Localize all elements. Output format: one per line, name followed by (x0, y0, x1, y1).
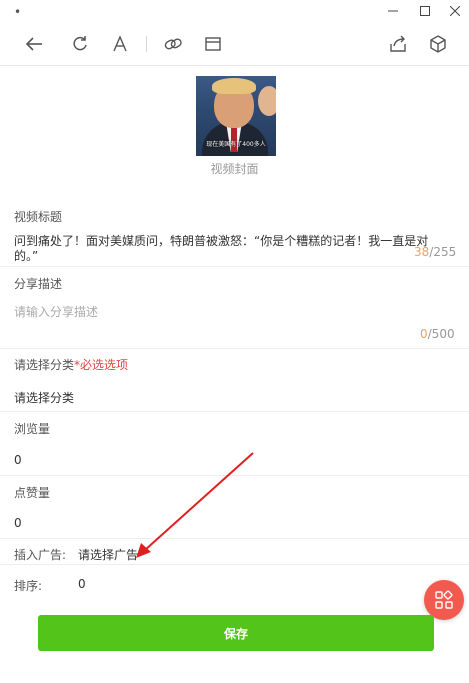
maximize-icon (420, 6, 430, 16)
share-char-counter: 0/500 (420, 327, 455, 341)
grid-apps-icon (435, 590, 453, 609)
font-button[interactable] (108, 32, 132, 56)
window-icon (205, 37, 221, 51)
minimize-button[interactable] (378, 0, 408, 22)
close-icon (450, 6, 460, 16)
toolbar-separator (146, 36, 147, 52)
refresh-button[interactable] (68, 32, 92, 56)
refresh-icon (73, 36, 87, 51)
likes-label: 点赞量 (14, 486, 51, 500)
share-icon (390, 35, 406, 52)
divider (0, 266, 469, 267)
save-button[interactable]: 保存 (38, 615, 434, 651)
window-button[interactable] (201, 32, 225, 56)
share-description-label: 分享描述 (14, 277, 63, 291)
share-description-input[interactable]: 请输入分享描述 (14, 303, 98, 320)
cube-button[interactable] (426, 32, 450, 56)
divider (0, 564, 469, 565)
share-count: 0 (420, 327, 428, 341)
views-label: 浏览量 (14, 422, 51, 436)
sort-input[interactable]: 0 (78, 577, 86, 591)
cover-caption: 现在美国有了400多人 (206, 141, 266, 148)
cube-icon (430, 35, 446, 53)
insert-ad-select[interactable]: 请选择广告 (78, 546, 138, 563)
views-input[interactable]: 0 (14, 453, 22, 467)
font-icon (113, 35, 127, 52)
category-required-note: *必选选项 (74, 358, 129, 372)
video-title-label: 视频标题 (14, 210, 63, 224)
title-dot: • (14, 5, 22, 19)
title-char-counter: 38/255 (414, 245, 456, 259)
title-max: /255 (429, 245, 457, 259)
share-max: /500 (427, 327, 455, 341)
category-label: 请选择分类*必选选项 (14, 356, 128, 373)
cover-label: 视频封面 (210, 162, 259, 176)
floating-apps-button[interactable] (424, 580, 464, 620)
back-button[interactable] (22, 32, 46, 56)
video-title-input[interactable]: 问到痛处了！面对美媒质问，特朗普被激怒：“你是个糟糕的记者！我一直是对的。” (14, 234, 444, 264)
minimize-icon (388, 10, 398, 12)
link-button[interactable] (161, 32, 185, 56)
video-cover-image[interactable]: 现在美国有了400多人 (196, 76, 276, 156)
title-bar: • (0, 0, 469, 22)
arrow-left-icon (25, 37, 42, 51)
divider (0, 348, 469, 349)
divider (0, 475, 469, 476)
link-icon (164, 38, 182, 50)
category-label-text: 请选择分类 (14, 358, 75, 372)
divider (0, 538, 469, 539)
title-count: 38 (414, 245, 430, 259)
app-window: • 现在美国有了400多人 视频封面 视频标题 问到痛处了！面对美媒质问，特朗普… (0, 0, 469, 683)
maximize-button[interactable] (410, 0, 440, 22)
category-select[interactable]: 请选择分类 (14, 389, 74, 406)
sort-label: 排序: (14, 579, 43, 593)
close-button[interactable] (440, 0, 469, 22)
insert-ad-label: 插入广告: (14, 548, 67, 562)
divider (0, 411, 469, 412)
toolbar (0, 22, 469, 66)
likes-input[interactable]: 0 (14, 516, 22, 530)
share-button[interactable] (386, 32, 410, 56)
